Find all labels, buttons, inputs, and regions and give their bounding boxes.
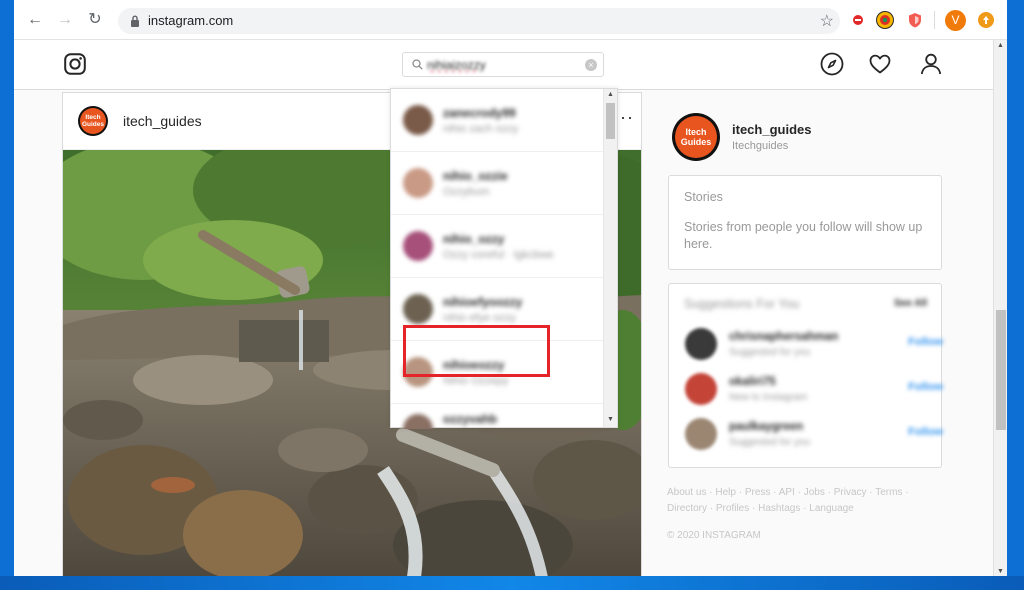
result-avatar (403, 168, 433, 198)
stories-title: Stories (684, 190, 723, 204)
page-scroll-thumb[interactable] (996, 310, 1006, 430)
suggestions-card: Suggestions For You See All chrisnaphers… (668, 283, 943, 468)
page-scroll-up-icon[interactable]: ▲ (997, 42, 1004, 49)
follow-button[interactable]: Follow (908, 426, 943, 438)
result-username: zanecrody99 (443, 106, 516, 120)
see-all-link[interactable]: See All (894, 298, 927, 309)
toolbar-divider (934, 11, 935, 29)
sidebar-profile-avatar[interactable]: Itech Guides (672, 113, 720, 161)
extension-pinterest-icon[interactable] (849, 11, 867, 29)
sidebar-avatar-logo-text: Itech Guides (675, 116, 717, 158)
result-fullname: Ozzybum (443, 186, 490, 198)
search-result-item[interactable]: nihio_ozzy Ozzy coreful · lgkcbwe (391, 215, 603, 278)
search-results-dropdown: zanecrody99 nihio zach ozzy nihio_ozzie … (390, 88, 618, 429)
reload-icon[interactable]: ↻ (84, 9, 106, 31)
profile-user-icon[interactable] (919, 52, 943, 76)
result-fullname: nihio efye ozzy (443, 312, 516, 324)
search-box[interactable]: × (402, 52, 604, 77)
result-avatar (403, 294, 433, 324)
result-fullname: Ozzy coreful · lgkcbwe (443, 249, 554, 261)
browser-profile-avatar[interactable]: V (945, 10, 966, 31)
url-text: instagram.com (148, 13, 234, 28)
suggestion-item: okaliri75 New to Instagram Follow (685, 371, 943, 411)
result-avatar (403, 231, 433, 261)
suggestion-reason: Suggested for you (729, 437, 811, 448)
forward-arrow-icon[interactable]: → (54, 9, 76, 31)
suggestion-username[interactable]: paulkaygreen (729, 421, 803, 433)
result-avatar (403, 105, 433, 135)
follow-button[interactable]: Follow (908, 336, 943, 348)
follow-button[interactable]: Follow (908, 381, 943, 393)
extension-shield-icon[interactable] (906, 11, 924, 29)
suggestion-avatar[interactable] (685, 418, 717, 450)
result-username: ozzyvahb (443, 412, 498, 426)
address-bar[interactable]: instagram.com ☆ (118, 8, 840, 34)
result-username: nihio_ozzie (443, 169, 508, 183)
bookmark-star-icon[interactable]: ☆ (820, 11, 834, 31)
footer-copyright: © 2020 INSTAGRAM (667, 530, 761, 541)
sidebar-profile-name: Itechguides (732, 140, 789, 152)
result-username: nihioefyoozzy (443, 295, 523, 309)
sidebar-profile-username[interactable]: itech_guides (732, 122, 811, 137)
browser-toolbar: ← → ↻ instagram.com ☆ V (14, 0, 1007, 40)
stories-card: Stories Stories from people you follow w… (668, 175, 942, 270)
page-scroll-down-icon[interactable]: ▼ (997, 568, 1004, 575)
page-scrollbar[interactable]: ▲ ▼ (993, 40, 1007, 577)
avatar-logo-text: Itech Guides (80, 108, 106, 134)
result-avatar (403, 414, 433, 429)
stories-empty-text: Stories from people you follow will show… (684, 220, 923, 251)
search-result-item[interactable]: ozzyvahb (391, 404, 603, 429)
suggestion-item: paulkaygreen Suggested for you Follow (685, 416, 943, 456)
footer-links[interactable]: About us · Help · Press · API · Jobs · P… (667, 485, 927, 517)
suggestion-avatar[interactable] (685, 373, 717, 405)
explore-compass-icon[interactable] (820, 52, 844, 76)
activity-heart-icon[interactable] (868, 52, 892, 76)
suggestion-username[interactable]: okaliri75 (729, 376, 776, 388)
suggestions-title: Suggestions For You (684, 297, 800, 311)
instagram-header: × (14, 40, 994, 90)
dropdown-scroll-thumb[interactable] (606, 103, 615, 139)
suggestion-reason: Suggested for you (729, 347, 811, 358)
suggestion-item: chrisnaphersahman Suggested for you Foll… (685, 326, 943, 366)
browser-window: ← → ↻ instagram.com ☆ V nihiaizozzy × It… (14, 0, 1007, 577)
suggestion-avatar[interactable] (685, 328, 717, 360)
back-arrow-icon[interactable]: ← (24, 9, 46, 31)
suggestion-reason: New to Instagram (729, 392, 808, 403)
search-icon (412, 59, 423, 70)
search-result-item[interactable]: nihio_ozzie Ozzybum (391, 152, 603, 215)
post-username[interactable]: itech_guides (123, 113, 202, 129)
result-username: nihio_ozzy (443, 232, 505, 246)
search-result-item[interactable]: zanecrody99 nihio zach ozzy (391, 89, 603, 152)
result-fullname: nihio zach ozzy (443, 123, 519, 135)
post-avatar[interactable]: Itech Guides (78, 106, 108, 136)
search-input[interactable] (427, 57, 577, 73)
highlight-box (403, 325, 550, 377)
clear-search-icon[interactable]: × (585, 59, 597, 71)
update-icon[interactable] (978, 12, 994, 28)
suggestion-username[interactable]: chrisnaphersahman (729, 331, 838, 343)
extension-colorful-icon[interactable] (876, 11, 894, 29)
desktop-background (0, 576, 1024, 590)
scroll-up-arrow-icon[interactable]: ▲ (607, 91, 614, 98)
dropdown-scrollbar[interactable]: ▲ ▼ (603, 89, 617, 427)
lock-icon (131, 15, 139, 27)
instagram-page: × Itech Guides itech_guides ··· (14, 40, 994, 577)
instagram-logo-icon[interactable] (64, 53, 86, 75)
scroll-down-arrow-icon[interactable]: ▼ (607, 416, 614, 423)
